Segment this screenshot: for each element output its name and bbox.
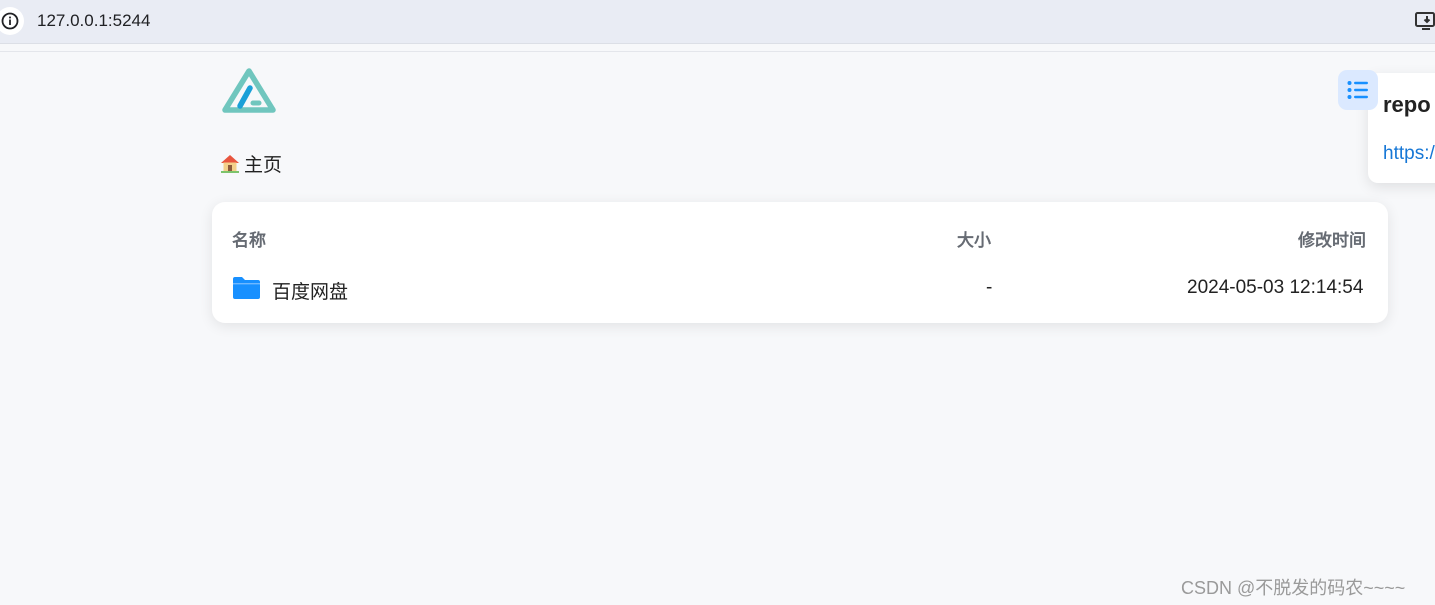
header-divider bbox=[0, 51, 1435, 52]
browser-address-bar: 127.0.0.1:5244 bbox=[0, 0, 1435, 44]
list-icon bbox=[1347, 81, 1368, 99]
url-text[interactable]: 127.0.0.1:5244 bbox=[37, 11, 150, 31]
breadcrumb: 主页 bbox=[219, 150, 282, 176]
column-header-name[interactable]: 名称 bbox=[232, 226, 266, 251]
house-icon bbox=[221, 155, 239, 173]
alist-logo-icon[interactable] bbox=[222, 67, 276, 113]
column-header-size[interactable]: 大小 bbox=[957, 226, 991, 251]
cast-icon[interactable] bbox=[1414, 10, 1435, 32]
readme-link[interactable]: https:/ bbox=[1383, 143, 1435, 165]
file-name[interactable]: 百度网盘 bbox=[272, 277, 348, 304]
site-info-button[interactable] bbox=[0, 7, 24, 35]
column-header-modified[interactable]: 修改时间 bbox=[1298, 226, 1366, 251]
toc-toggle-button[interactable] bbox=[1338, 70, 1378, 110]
file-size: - bbox=[986, 277, 993, 298]
watermark: CSDN @不脱发的码农~~~~ bbox=[1181, 578, 1406, 598]
readme-title: repo bbox=[1383, 92, 1431, 117]
folder-icon bbox=[233, 277, 260, 299]
readme-panel: repo https:/ bbox=[1368, 73, 1435, 183]
file-list: 名称 大小 修改时间 百度网盘 - 2024-05-03 12:14:54 bbox=[212, 202, 1388, 323]
file-row[interactable]: 百度网盘 - 2024-05-03 12:14:54 bbox=[212, 264, 1388, 314]
breadcrumb-home-link[interactable]: 主页 bbox=[244, 150, 282, 177]
file-modified: 2024-05-03 12:14:54 bbox=[1187, 277, 1364, 298]
info-icon bbox=[1, 12, 19, 30]
